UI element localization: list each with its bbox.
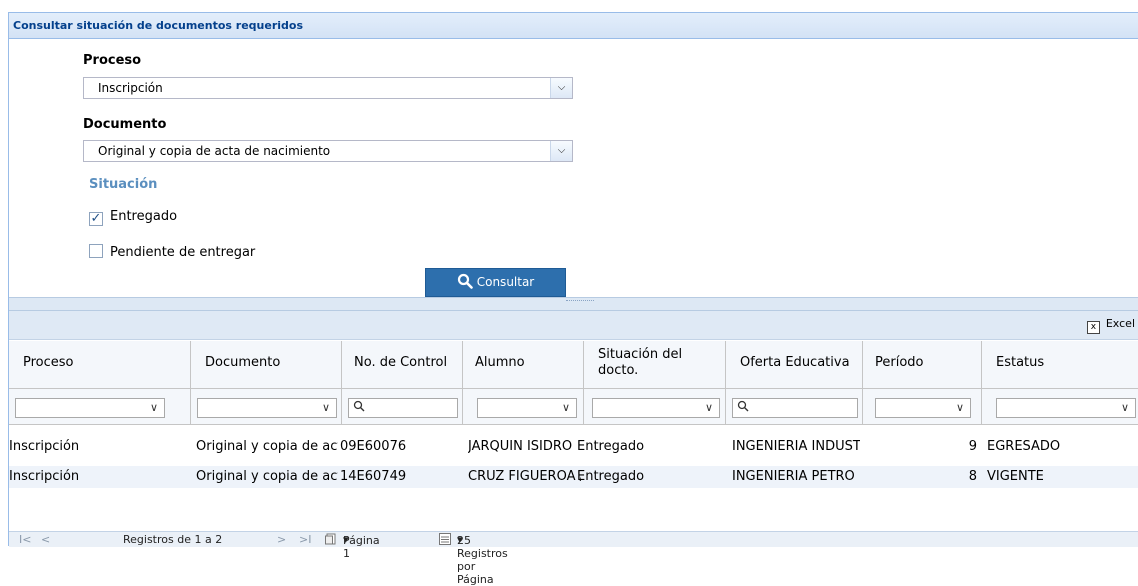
prev-page-button[interactable]: <: [41, 533, 50, 546]
next-page-button[interactable]: >: [277, 533, 286, 546]
consultar-button[interactable]: Consultar: [425, 268, 566, 297]
column-header[interactable]: Alumno: [463, 341, 584, 389]
oferta-filter-input[interactable]: [732, 398, 858, 418]
excel-export-button[interactable]: x Excel: [1086, 317, 1135, 334]
pendiente-checkbox-row[interactable]: Pendiente de entregar: [89, 244, 255, 262]
chevron-down-icon[interactable]: ⌵: [550, 78, 572, 98]
grid-pager: I< < Registros de 1 a 2 > >I Página 1 ▾ …: [9, 531, 1138, 586]
per-page-selector[interactable]: 25 Registros por Página ▾: [457, 533, 508, 586]
chevron-down-icon[interactable]: ∨: [150, 401, 158, 414]
chevron-down-icon[interactable]: ∨: [705, 401, 713, 414]
search-icon: [457, 272, 473, 299]
control-filter-input[interactable]: [348, 398, 458, 418]
page-label: Página 1: [343, 534, 380, 560]
cell-proceso: Inscripción: [9, 439, 80, 454]
pendiente-checkbox[interactable]: [89, 244, 103, 258]
splitter-grip-icon[interactable]: [566, 300, 594, 303]
excel-icon: x: [1086, 321, 1100, 334]
chevron-down-icon[interactable]: ∨: [1121, 401, 1129, 414]
cell-situacion: Entregado: [577, 469, 645, 484]
column-header[interactable]: Estatus: [982, 341, 1138, 389]
proceso-label: Proceso: [83, 53, 142, 68]
table-row[interactable]: Inscripción Original y copia de act 14E6…: [9, 466, 1138, 488]
cell-documento: Original y copia de act: [196, 469, 338, 484]
table-row[interactable]: Inscripción Original y copia de act 09E6…: [9, 436, 1138, 458]
cell-oferta: INGENIERIA INDUST: [732, 439, 860, 454]
consultar-label: Consultar: [476, 275, 535, 289]
periodo-filter-select[interactable]: ∨: [875, 398, 971, 418]
cell-estatus: EGRESADO: [987, 439, 1061, 454]
documento-value: Original y copia de acta de nacimiento: [98, 144, 331, 158]
filter-cell: ∨: [584, 389, 726, 425]
chevron-down-icon[interactable]: ⌵: [550, 141, 572, 161]
chevron-down-icon[interactable]: ∨: [322, 401, 330, 414]
consulta-panel: Consultar situación de documentos requer…: [8, 12, 1138, 586]
proceso-select[interactable]: Inscripción ⌵: [83, 77, 573, 99]
cell-control: 09E60076: [340, 439, 407, 454]
pendiente-label: Pendiente de entregar: [110, 245, 256, 260]
chevron-down-icon[interactable]: ∨: [956, 401, 964, 414]
filter-cell: ∨: [463, 389, 584, 425]
grid-toolbar: x Excel: [9, 311, 1138, 340]
cell-control: 14E60749: [340, 469, 407, 484]
filter-cell: ∨: [863, 389, 982, 425]
cell-documento: Original y copia de act: [196, 439, 338, 454]
grid-header: Proceso Documento No. de Control Alumno …: [9, 341, 1138, 389]
search-form: Proceso Inscripción ⌵ Documento Original…: [9, 39, 1138, 307]
situacion-filter-select[interactable]: ∨: [592, 398, 720, 418]
filter-cell: ∨: [191, 389, 342, 425]
alumno-filter-select[interactable]: ∨: [477, 398, 577, 418]
filter-cell: [726, 389, 863, 425]
column-header[interactable]: Documento: [191, 341, 342, 389]
cell-alumno: CRUZ FIGUEROA /: [468, 469, 581, 484]
entregado-checkbox[interactable]: ✓: [89, 212, 103, 226]
column-header[interactable]: Situación del docto.: [584, 341, 726, 389]
panel-splitter[interactable]: [9, 297, 1138, 311]
cell-estatus: VIGENTE: [987, 469, 1044, 484]
cell-periodo: 9: [968, 439, 977, 454]
search-icon: [737, 400, 749, 415]
column-header[interactable]: Período: [863, 341, 982, 389]
estatus-filter-select[interactable]: ∨: [996, 398, 1136, 418]
column-header[interactable]: Oferta Educativa: [726, 341, 863, 389]
cell-situacion: Entregado: [577, 439, 645, 454]
page-selector[interactable]: Página 1 ▾: [343, 533, 380, 560]
situacion-label: Situación: [89, 177, 158, 192]
entregado-label: Entregado: [110, 209, 178, 224]
cell-alumno: JARQUIN ISIDRO: [468, 439, 573, 454]
documento-label: Documento: [83, 117, 167, 132]
per-page-label: 25 Registros por Página: [457, 534, 508, 586]
column-header[interactable]: No. de Control: [342, 341, 463, 389]
cell-oferta: INGENIERIA PETRO: [732, 469, 855, 484]
entregado-checkbox-row[interactable]: ✓ Entregado: [89, 209, 177, 227]
proceso-value: Inscripción: [98, 81, 163, 95]
filter-cell: [342, 389, 463, 425]
grid-filter-row: ∨ ∨ ∨ ∨ ∨ ∨: [9, 389, 1138, 425]
records-range: Registros de 1 a 2: [123, 533, 223, 546]
chevron-down-icon[interactable]: ∨: [562, 401, 570, 414]
search-icon: [353, 400, 365, 415]
first-page-button[interactable]: I<: [19, 533, 31, 546]
column-header[interactable]: Proceso: [9, 341, 191, 389]
documento-filter-select[interactable]: ∨: [197, 398, 337, 418]
panel-title: Consultar situación de documentos requer…: [9, 13, 1138, 39]
filter-cell: ∨: [9, 389, 191, 425]
excel-label: Excel: [1105, 317, 1135, 330]
filter-cell: ∨: [982, 389, 1138, 425]
last-page-button[interactable]: >I: [299, 533, 311, 546]
documento-select[interactable]: Original y copia de acta de nacimiento ⌵: [83, 140, 573, 162]
proceso-filter-select[interactable]: ∨: [15, 398, 165, 418]
cell-periodo: 8: [968, 469, 977, 484]
cell-proceso: Inscripción: [9, 469, 80, 484]
window-top-strip: [0, 0, 1138, 10]
